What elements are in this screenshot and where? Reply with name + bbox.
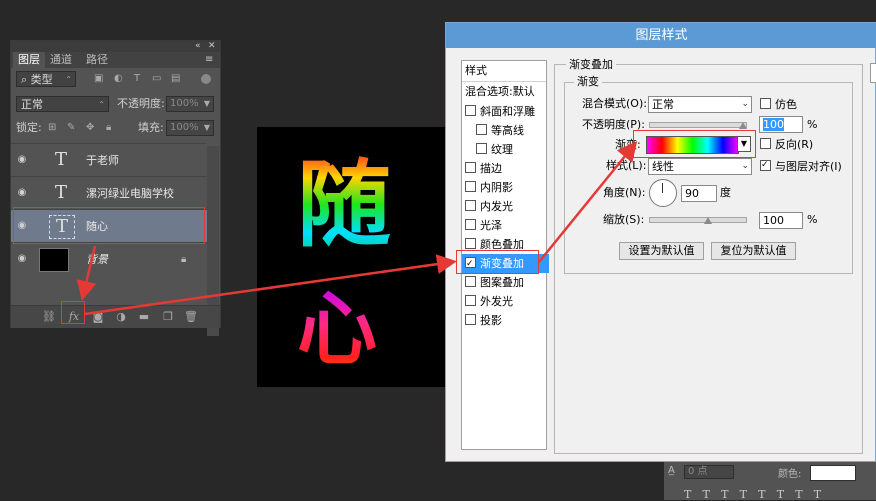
color-swatch[interactable] (810, 465, 856, 481)
tracking-value: 0 点 (688, 466, 708, 477)
character-panel: A̲ 0 点 颜色: TTTTTTTT (664, 462, 876, 501)
arrow-layer-to-fx (76, 245, 97, 301)
tracking-input[interactable]: 0 点 (684, 465, 734, 479)
type-style-icons[interactable]: TTTTTTTT (684, 488, 832, 501)
tracking-icon: A̲ (668, 465, 675, 476)
annotation-arrows (76, 141, 638, 316)
arrow-to-gradient-preview (538, 141, 638, 263)
arrow-fx-to-gradient-overlay (84, 254, 457, 316)
color-label: 颜色: (778, 469, 802, 480)
